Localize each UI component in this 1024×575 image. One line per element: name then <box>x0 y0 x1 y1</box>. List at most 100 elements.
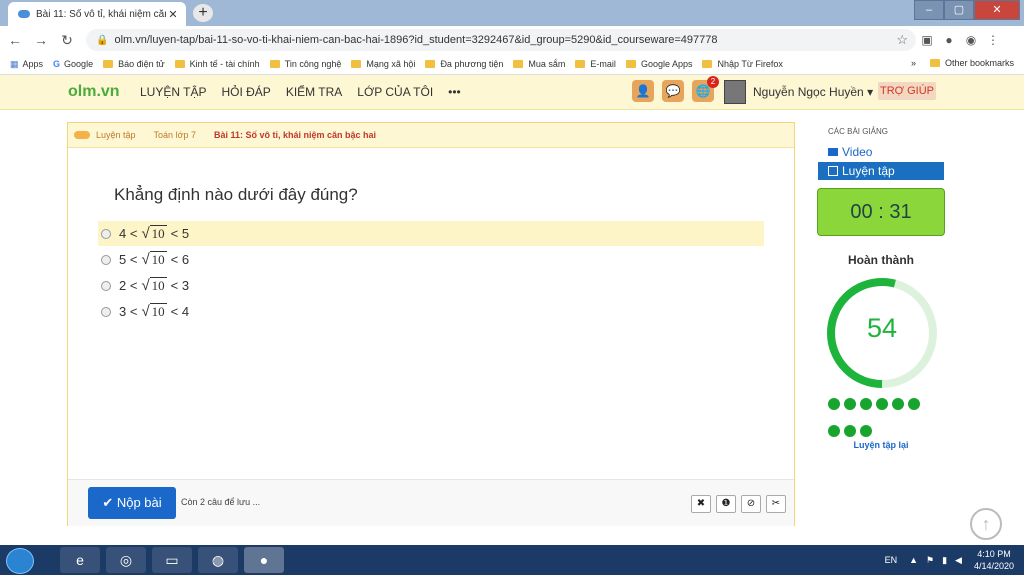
ie-icon[interactable]: e <box>60 547 100 573</box>
reload-icon[interactable]: ↻ <box>56 32 78 49</box>
progress-dot[interactable] <box>844 398 856 410</box>
info-tool-icon[interactable]: ❶ <box>716 495 736 513</box>
back-arrow-icon[interactable]: ← <box>4 32 26 48</box>
answer-option[interactable]: 5 < √ 10 < 6 <box>98 247 764 272</box>
address-bar[interactable]: 🔒 olm.vn/luyen-tap/bai-11-so-vo-ti-khai-… <box>86 29 916 51</box>
bookmark-label: Kinh tế - tài chính <box>189 59 260 69</box>
progress-dot[interactable] <box>908 398 920 410</box>
fullscreen-tool-icon[interactable]: ✂ <box>766 495 786 513</box>
url-text[interactable]: olm.vn/luyen-tap/bai-11-so-vo-ti-khai-ni… <box>114 34 896 46</box>
google-icon: G <box>53 59 61 69</box>
sidebar-item-video[interactable]: Video <box>818 143 944 161</box>
new-tab-button[interactable]: + <box>193 4 213 22</box>
flag-icon[interactable]: ⚑ <box>926 555 934 566</box>
start-button[interactable] <box>6 548 34 574</box>
site-logo[interactable]: olm.vn <box>68 83 120 101</box>
answer-option[interactable]: 4 < √ 10 < 5 <box>98 221 764 246</box>
profile-icon[interactable]: ◉ <box>960 33 982 47</box>
answer-option[interactable]: 2 < √ 10 < 3 <box>98 273 764 298</box>
sidebar-item-practice[interactable]: Luyện tập <box>818 162 944 180</box>
progress-dot[interactable] <box>828 425 840 437</box>
bookmark-folder[interactable]: Báo điện tử <box>103 59 165 69</box>
bookmark-folder[interactable]: Mạng xã hội <box>351 59 415 69</box>
messages-icon[interactable]: 💬 <box>662 80 684 102</box>
bookmark-google[interactable]: G Google <box>53 59 93 69</box>
bookmark-label: Google Apps <box>640 59 693 69</box>
globe-app-icon[interactable]: ◎ <box>106 547 146 573</box>
block-tool-icon[interactable]: ⊘ <box>741 495 761 513</box>
option-left: 2 < <box>119 278 138 293</box>
radio-button[interactable] <box>101 228 111 239</box>
notification-badge: 2 <box>707 76 719 88</box>
bookmarks-more-button[interactable]: » <box>911 58 916 68</box>
language-indicator[interactable]: EN <box>885 555 898 565</box>
forward-arrow-icon[interactable]: → <box>30 32 52 48</box>
cloud-icon <box>74 131 90 139</box>
window-controls: – ▢ ✕ <box>914 0 1020 20</box>
progress-dot[interactable] <box>876 398 888 410</box>
breadcrumb-practice[interactable]: Luyện tập <box>96 130 136 140</box>
bookmark-star-icon[interactable]: ☆ <box>896 32 908 48</box>
bookmark-folder[interactable]: Đa phương tiện <box>425 59 503 69</box>
nav-kiem-tra[interactable]: KIỂM TRA <box>286 85 342 99</box>
extension-icon[interactable]: ▣ <box>916 33 938 47</box>
option-right: < 5 <box>170 226 190 241</box>
minimize-button[interactable]: – <box>914 0 944 20</box>
radicand: 10 <box>149 277 167 293</box>
radicand: 10 <box>149 225 167 241</box>
bookmark-folder[interactable]: Kinh tế - tài chính <box>174 59 260 69</box>
nav-more[interactable]: ••• <box>448 85 461 99</box>
extension-2-icon[interactable]: ● <box>938 33 960 47</box>
bookmark-folder[interactable]: Tin công nghệ <box>269 59 341 69</box>
bookmark-folder[interactable]: Nhập Từ Firefox <box>702 59 783 69</box>
volume-icon[interactable]: ◀ <box>955 555 962 566</box>
avatar[interactable] <box>724 80 746 104</box>
progress-dot[interactable] <box>828 398 840 410</box>
notifications-icon[interactable]: 🌐 2 <box>692 76 719 102</box>
progress-dot[interactable] <box>860 425 872 437</box>
breadcrumb-course[interactable]: Toán lớp 7 <box>154 130 196 140</box>
app-icon[interactable]: ◍ <box>198 547 238 573</box>
tab-close-icon[interactable]: ✕ <box>166 8 180 21</box>
radio-button[interactable] <box>101 254 111 265</box>
chrome-icon[interactable]: ● <box>244 547 284 573</box>
file-explorer-icon[interactable]: ▭ <box>152 547 192 573</box>
browser-tab-strip: Bài 11: Số vô tỉ, khái niệm căn bậc hai … <box>0 0 1024 26</box>
bookmark-apps[interactable]: ▦ Apps <box>10 59 43 70</box>
maximize-button[interactable]: ▢ <box>944 0 974 20</box>
retry-link[interactable]: Luyện tập lại <box>820 440 942 450</box>
folder-icon <box>351 60 362 68</box>
radio-button[interactable] <box>101 280 111 291</box>
sidebar-item-label: Video <box>842 145 873 159</box>
help-button[interactable]: TRỢ GIÚP <box>878 82 936 100</box>
folder-icon <box>174 60 185 68</box>
bookmark-folder[interactable]: Mua sắm <box>513 59 565 69</box>
close-tool-icon[interactable]: ✖ <box>691 495 711 513</box>
add-friend-icon[interactable]: 👤 <box>632 80 654 102</box>
breadcrumb: Luyện tập Toán lớp 7 Bài 11: Số vô tỉ, k… <box>68 123 794 148</box>
menu-kebab-icon[interactable]: ⋮ <box>982 33 1004 47</box>
close-window-button[interactable]: ✕ <box>974 0 1020 20</box>
breadcrumb-lesson: Bài 11: Số vô tỉ, khái niệm căn bậc hai <box>213 130 377 140</box>
nav-lop-cua-toi[interactable]: LỚP CỦA TÔI <box>357 85 433 99</box>
submit-button[interactable]: ✔ Nộp bài <box>88 487 176 519</box>
user-menu[interactable]: Nguyễn Ngọc Huyền ▾ <box>753 85 873 99</box>
bookmark-folder[interactable]: E-mail <box>575 59 616 69</box>
taskbar: e ◎ ▭ ◍ ● EN ▲ ⚑ ▮ ◀ 4:10 PM 4/14/2020 <box>0 545 1024 575</box>
clock[interactable]: 4:10 PM 4/14/2020 <box>974 548 1014 572</box>
network-icon[interactable]: ▮ <box>942 555 947 566</box>
progress-dot[interactable] <box>892 398 904 410</box>
progress-dot[interactable] <box>860 398 872 410</box>
answer-option[interactable]: 3 < √ 10 < 4 <box>98 299 764 324</box>
nav-hoi-dap[interactable]: HỎI ĐÁP <box>221 85 270 99</box>
tray-arrow-icon[interactable]: ▲ <box>909 555 918 565</box>
browser-tab[interactable]: Bài 11: Số vô tỉ, khái niệm căn bậc hai … <box>8 2 186 26</box>
bookmarks-overflow: » Other bookmarks <box>911 58 1014 68</box>
radio-button[interactable] <box>101 306 111 317</box>
other-bookmarks[interactable]: Other bookmarks <box>945 58 1014 68</box>
nav-luyen-tap[interactable]: LUYỆN TẬP <box>140 85 206 99</box>
sqrt-icon: √ <box>141 225 150 242</box>
scroll-top-icon[interactable]: ↑ <box>970 508 1002 540</box>
bookmark-folder[interactable]: Google Apps <box>625 59 693 69</box>
progress-dot[interactable] <box>844 425 856 437</box>
